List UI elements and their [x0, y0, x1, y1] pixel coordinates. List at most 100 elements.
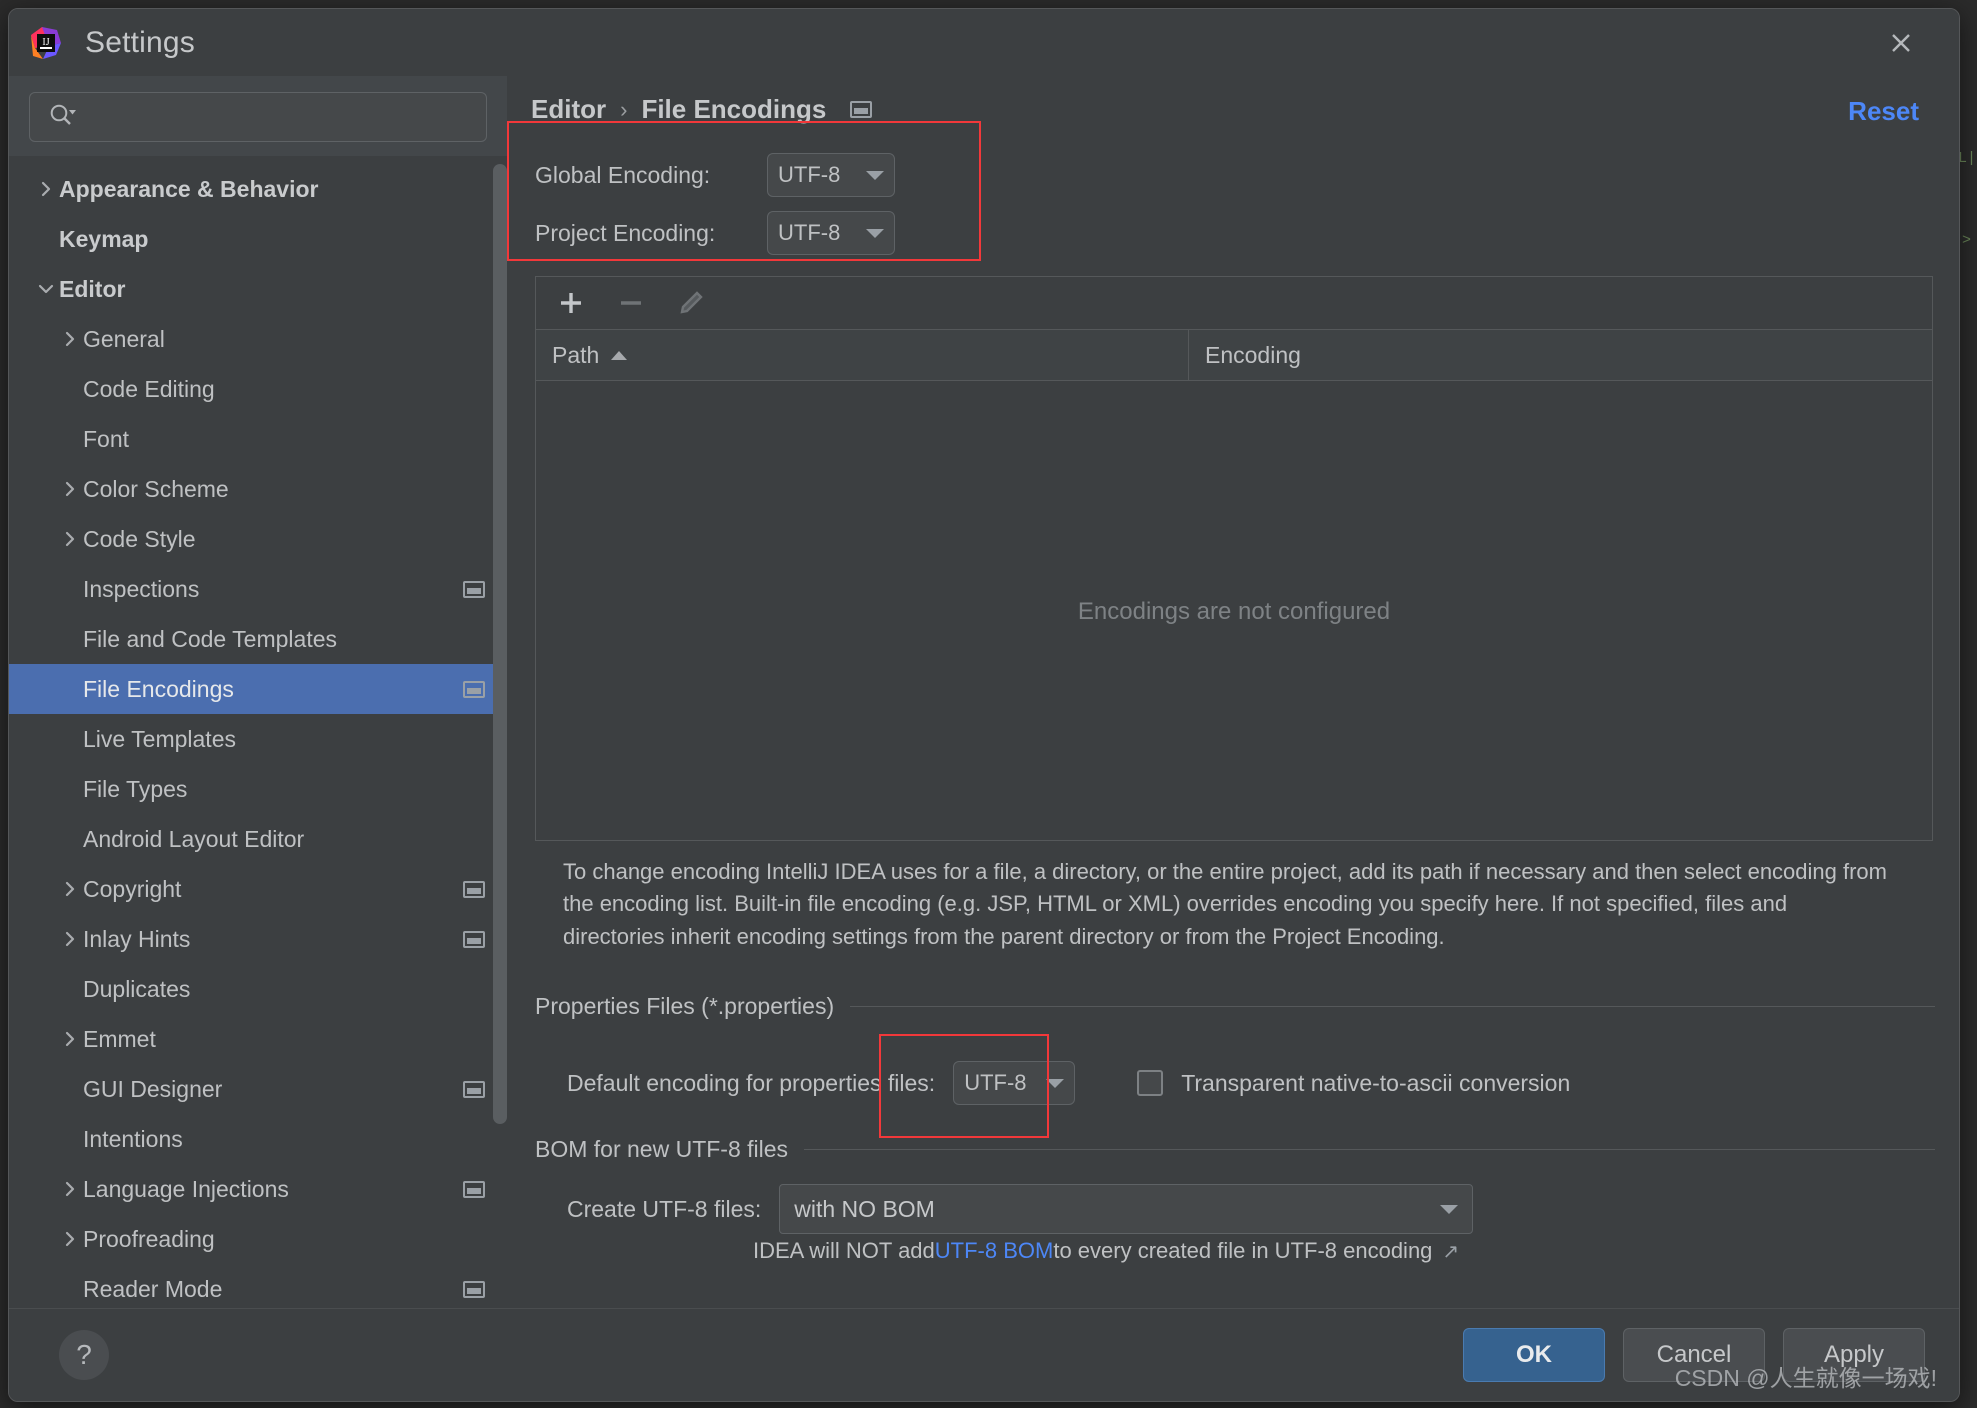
project-encoding-row: Project Encoding: UTF-8	[535, 211, 895, 255]
sidebar-item-file-encodings[interactable]: File Encodings	[9, 664, 507, 714]
column-header-encoding[interactable]: Encoding	[1189, 330, 1301, 380]
column-header-path[interactable]: Path	[536, 330, 1189, 380]
sidebar-item-proofreading[interactable]: Proofreading	[9, 1214, 507, 1264]
chevron-right-icon[interactable]	[57, 1179, 83, 1199]
breadcrumb-current: File Encodings	[641, 94, 827, 124]
sidebar-item-file-and-code-templates[interactable]: File and Code Templates	[9, 614, 507, 664]
sidebar-item-label: Language Injections	[83, 1175, 289, 1202]
sidebar-item-label: Live Templates	[83, 725, 236, 752]
sidebar-item-duplicates[interactable]: Duplicates	[9, 964, 507, 1014]
apply-button[interactable]: Apply	[1783, 1328, 1925, 1382]
create-utf8-files-select[interactable]: with NO BOM	[779, 1184, 1474, 1234]
chevron-right-icon[interactable]	[57, 879, 83, 899]
project-scope-icon	[463, 680, 485, 698]
sidebar-item-label: Android Layout Editor	[83, 825, 305, 852]
sidebar-item-android-layout-editor[interactable]: Android Layout Editor	[9, 814, 507, 864]
properties-default-encoding-select[interactable]: UTF-8	[953, 1061, 1076, 1105]
table-toolbar	[536, 277, 1932, 330]
properties-default-encoding-value: UTF-8	[964, 1070, 1027, 1095]
sidebar-item-keymap[interactable]: Keymap	[9, 214, 507, 264]
settings-dialog: IJ Settings Appearance & Behavior Keymap…	[8, 8, 1960, 1402]
sidebar-item-label: Font	[83, 425, 130, 452]
sidebar-item-label: Code Style	[83, 525, 196, 552]
sidebar-item-editor[interactable]: Editor	[9, 264, 507, 314]
transparent-native-to-ascii-checkbox[interactable]	[1137, 1070, 1164, 1096]
dialog-footer: ? OK Cancel Apply CSDN @人生就像一场戏!	[9, 1308, 1959, 1401]
group-divider	[850, 1006, 1935, 1007]
global-encoding-value: UTF-8	[778, 162, 841, 187]
search-input[interactable]	[88, 104, 474, 130]
background-code-line-2: >	[1962, 232, 1972, 249]
sidebar-item-appearance-behavior[interactable]: Appearance & Behavior	[9, 164, 507, 214]
chevron-right-icon[interactable]	[57, 1229, 83, 1249]
bom-hint: IDEA will NOT add UTF-8 BOM to every cre…	[753, 1238, 1459, 1264]
project-scope-icon	[463, 1180, 485, 1198]
chevron-right-icon[interactable]	[57, 1029, 83, 1049]
project-scope-icon	[463, 1080, 485, 1098]
close-icon[interactable]	[1881, 23, 1921, 63]
sidebar-item-intentions[interactable]: Intentions	[9, 1114, 507, 1164]
sidebar-item-inspections[interactable]: Inspections	[9, 564, 507, 614]
create-utf8-files-label: Create UTF-8 files:	[567, 1195, 762, 1222]
column-header-encoding-label: Encoding	[1205, 341, 1301, 368]
dialog-body: Appearance & Behavior Keymap Editor General…	[9, 76, 1959, 1308]
plus-icon[interactable]	[554, 286, 588, 320]
svg-text:IJ: IJ	[42, 37, 49, 48]
sidebar-item-emmet[interactable]: Emmet	[9, 1014, 507, 1064]
project-scope-icon	[463, 880, 485, 898]
external-link-icon: ↗	[1442, 1241, 1460, 1263]
create-utf8-files-row: Create UTF-8 files: with NO BOM	[567, 1184, 1474, 1234]
search-icon	[48, 102, 78, 133]
sidebar-item-code-style[interactable]: Code Style	[9, 514, 507, 564]
chevron-right-icon[interactable]	[57, 929, 83, 949]
sidebar-item-label: Keymap	[59, 225, 149, 252]
cancel-button[interactable]: Cancel	[1623, 1328, 1765, 1382]
sidebar-item-gui-designer[interactable]: GUI Designer	[9, 1064, 507, 1114]
footer-actions: OK Cancel Apply	[1463, 1328, 1925, 1382]
search-area	[9, 76, 507, 156]
sidebar-item-language-injections[interactable]: Language Injections	[9, 1164, 507, 1214]
chevron-down-icon	[1046, 1078, 1065, 1088]
chevron-down-icon	[866, 228, 884, 238]
sidebar-item-reader-mode[interactable]: Reader Mode	[9, 1264, 507, 1308]
sidebar-item-label: Appearance & Behavior	[59, 175, 319, 202]
minus-icon	[614, 286, 648, 320]
table-empty-state: Encodings are not configured	[1077, 597, 1391, 625]
chevron-right-icon[interactable]	[57, 529, 83, 549]
global-encoding-select[interactable]: UTF-8	[767, 153, 895, 197]
project-encoding-select[interactable]: UTF-8	[767, 211, 895, 255]
sidebar-item-font[interactable]: Font	[9, 414, 507, 464]
sidebar-item-file-types[interactable]: File Types	[9, 764, 507, 814]
project-scope-icon	[463, 1280, 485, 1298]
bom-group-title: BOM for new UTF-8 files	[535, 1136, 1935, 1163]
help-button[interactable]: ?	[59, 1330, 109, 1380]
sidebar-item-label: Intentions	[83, 1125, 183, 1152]
chevron-right-icon[interactable]	[33, 179, 59, 199]
settings-tree[interactable]: Appearance & Behavior Keymap Editor General…	[9, 156, 507, 1308]
sidebar-item-color-scheme[interactable]: Color Scheme	[9, 464, 507, 514]
column-header-path-label: Path	[552, 341, 600, 368]
ok-button[interactable]: OK	[1463, 1328, 1605, 1382]
sidebar-item-label: File Types	[83, 775, 188, 802]
breadcrumb-parent[interactable]: Editor	[531, 94, 606, 125]
chevron-down-icon[interactable]	[33, 279, 59, 299]
sidebar-item-code-editing[interactable]: Code Editing	[9, 364, 507, 414]
reset-link[interactable]: Reset	[1848, 96, 1919, 127]
settings-content: Editor › File Encodings Reset Global Enc…	[507, 76, 1959, 1308]
sidebar-item-label: GUI Designer	[83, 1075, 223, 1102]
search-box[interactable]	[29, 92, 487, 142]
project-scope-icon	[463, 930, 485, 948]
sidebar-item-general[interactable]: General	[9, 314, 507, 364]
chevron-right-icon[interactable]	[57, 479, 83, 499]
breadcrumb-separator-icon: ›	[620, 96, 628, 122]
chevron-right-icon[interactable]	[57, 329, 83, 349]
sidebar-item-label: Copyright	[83, 875, 182, 902]
sidebar-item-live-templates[interactable]: Live Templates	[9, 714, 507, 764]
background-code-line-1: L|	[1958, 150, 1977, 167]
sidebar-item-inlay-hints[interactable]: Inlay Hints	[9, 914, 507, 964]
pencil-icon	[674, 286, 708, 320]
properties-files-group-title: Properties Files (*.properties)	[535, 993, 1935, 1020]
sidebar-item-label: Code Editing	[83, 375, 215, 402]
utf8-bom-link[interactable]: UTF-8 BOM	[935, 1238, 1054, 1264]
sidebar-item-copyright[interactable]: Copyright	[9, 864, 507, 914]
